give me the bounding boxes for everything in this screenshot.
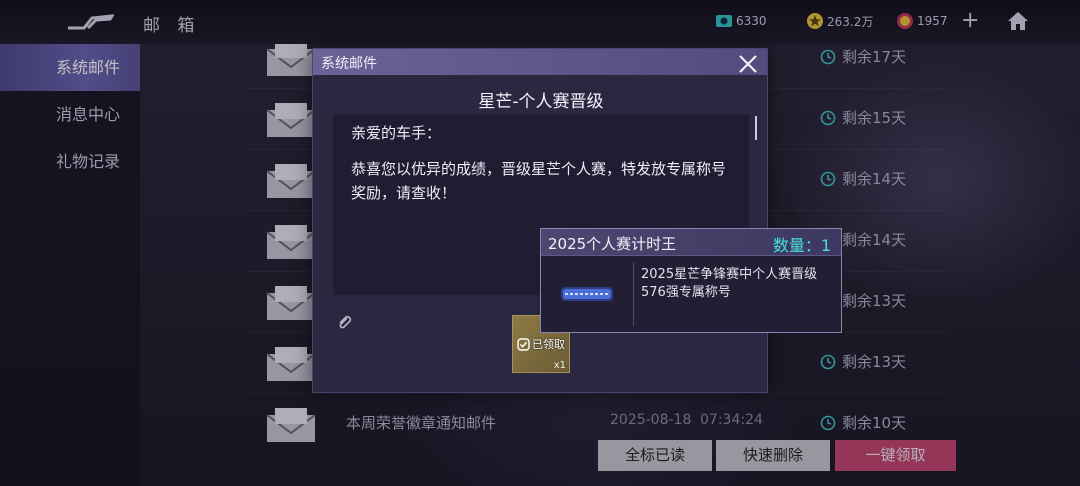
tooltip-quantity: 数量：1 (772, 236, 831, 255)
mail-greeting: 亲爱的车手： (351, 124, 442, 142)
dialog-header-title: 系统邮件 (321, 56, 377, 72)
tooltip-description: 2025星芒争锋赛中个人赛晋级576强专属称号 (641, 267, 818, 300)
reward-tooltip: 2025个人赛计时王 数量：1 2025星芒争锋赛中个人赛晋级576强专属称号 (540, 228, 842, 333)
title-badge-icon (561, 287, 613, 301)
mail-content: 恭喜您以优异的成绩，晋级星芒个人赛，特发放专属称号奖励，请查收！ (351, 160, 727, 202)
mail-title: 星芒-个人赛晋级 (478, 92, 604, 112)
close-icon[interactable] (737, 53, 759, 75)
tooltip-divider (633, 262, 634, 326)
claimed-tag: 已领取 (517, 336, 565, 352)
mail-dialog: 系统邮件 星芒-个人赛晋级 亲爱的车手： 恭喜您以优异的成绩，晋级星芒个人赛，特… (312, 48, 768, 393)
scrollbar[interactable] (755, 116, 757, 140)
dialog-header (313, 49, 767, 75)
check-icon (517, 337, 530, 351)
claimed-label: 已领取 (532, 338, 565, 351)
tooltip-item-name: 2025个人赛计时王 (548, 235, 677, 253)
attachment-icon (339, 315, 352, 329)
reward-quantity: x1 (553, 360, 566, 371)
